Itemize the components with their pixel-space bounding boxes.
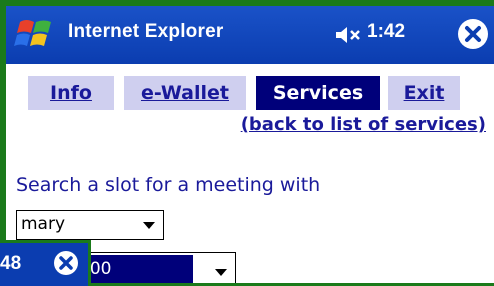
title-bar: Internet Explorer 1:42 [6,6,494,64]
close-icon[interactable] [52,249,80,277]
close-icon[interactable] [456,17,490,51]
search-label: Search a slot for a meeting with [16,174,321,196]
dropdown-arrow-icon [215,269,227,276]
tab-exit[interactable]: Exit [388,76,460,110]
windows-flag-icon[interactable] [14,16,56,52]
window-fragment-text: 48 [0,253,22,274]
time-select[interactable]: 900 [66,252,236,283]
tab-e-wallet[interactable]: e-Wallet [124,76,246,110]
overlapping-window-titlebar: 48 [0,240,91,286]
speaker-muted-icon[interactable] [334,25,364,45]
app-title: Internet Explorer [68,21,224,42]
back-to-services-link[interactable]: (back to list of services) [241,114,486,135]
tab-info[interactable]: Info [28,76,114,110]
dropdown-arrow-icon [143,222,155,229]
tab-services[interactable]: Services [256,76,380,110]
clock[interactable]: 1:42 [367,21,405,43]
person-select-value: mary [21,214,66,234]
person-select[interactable]: mary [16,210,164,240]
